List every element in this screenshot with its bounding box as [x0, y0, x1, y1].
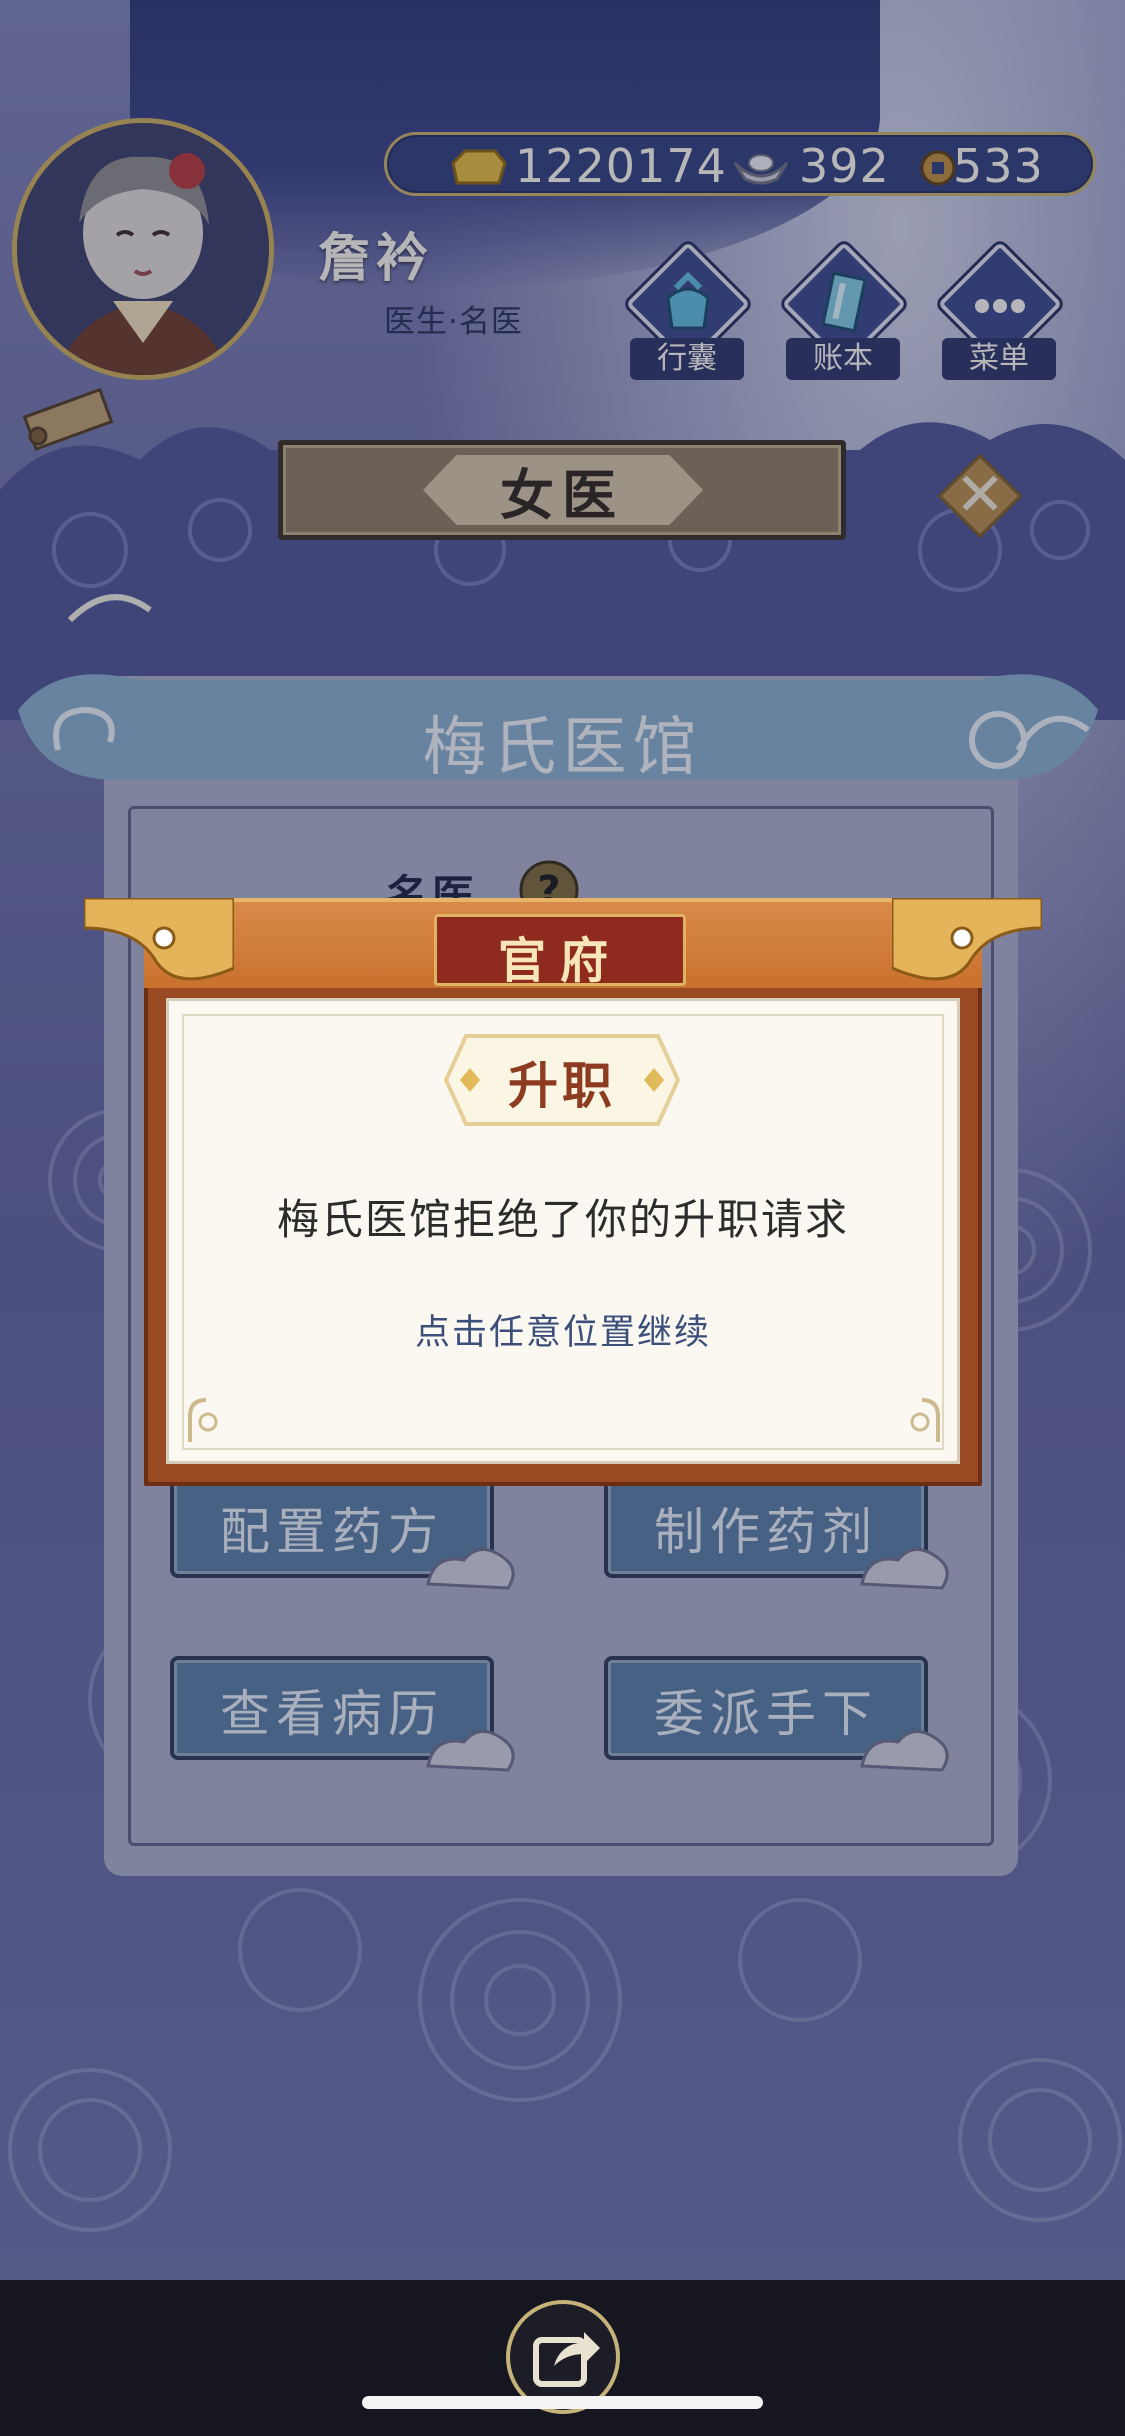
dialog-title-tab: 官府 [434, 914, 686, 989]
corner-ornament-icon [910, 1398, 940, 1442]
right-wing-ornament-icon [892, 898, 1042, 981]
game-screen[interactable]: 詹衿 医生·名医 1220174 392 533 行囊 账本 菜单 女医 ✕ 梅… [0, 0, 1125, 2436]
left-wing-ornament-icon [84, 898, 234, 981]
corner-ornament-icon [188, 1398, 218, 1442]
dialog-message: 梅氏医馆拒绝了你的升职请求 [276, 1195, 849, 1244]
share-icon [533, 2332, 600, 2387]
continue-hint[interactable]: 点击任意位置继续 [84, 1304, 1042, 1355]
dialog-title: 官府 [497, 933, 622, 989]
home-indicator[interactable] [362, 2396, 763, 2409]
dialog-subtitle: 升职 [508, 1057, 616, 1115]
